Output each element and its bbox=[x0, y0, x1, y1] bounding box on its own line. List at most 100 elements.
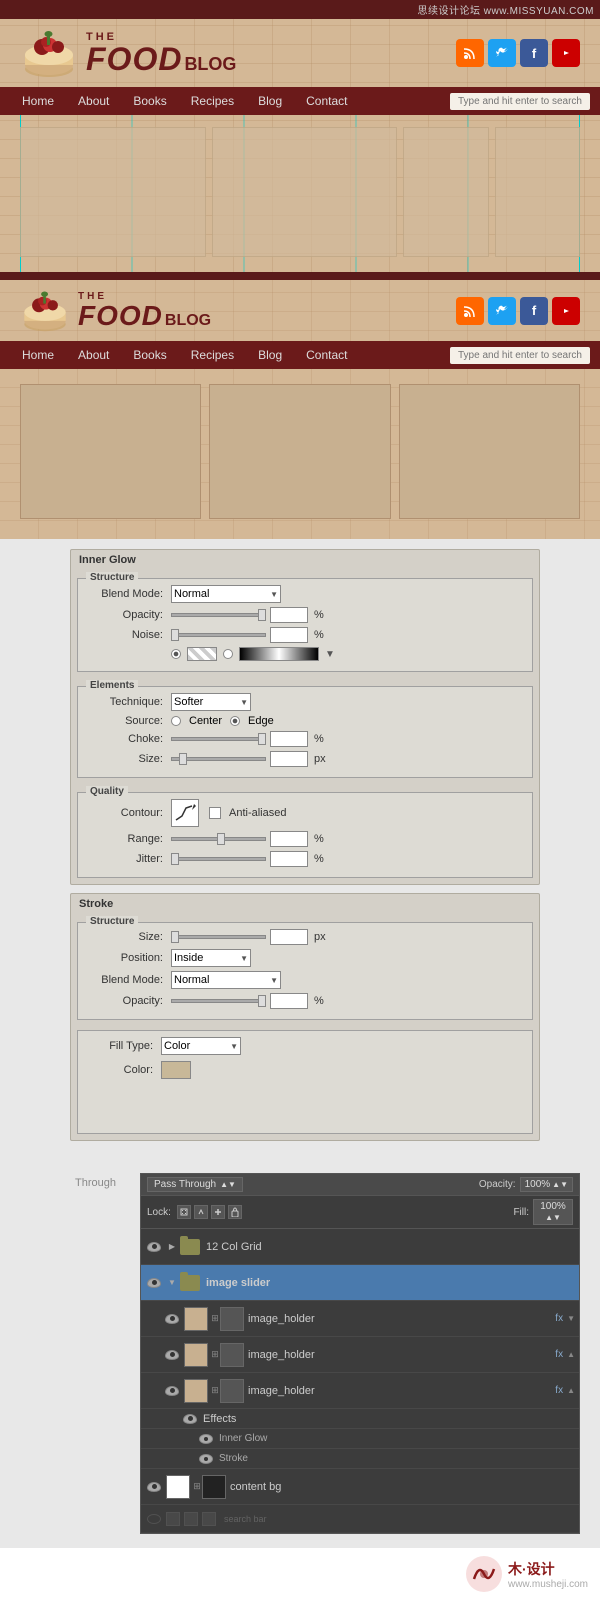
stroke-blend-arrow: ▼ bbox=[270, 976, 278, 985]
rss-icon-2[interactable] bbox=[456, 297, 484, 325]
opacity-slider[interactable] bbox=[171, 613, 266, 617]
stroke-opacity-thumb[interactable] bbox=[258, 995, 266, 1007]
tool-2[interactable] bbox=[184, 1512, 198, 1526]
edge-radio[interactable] bbox=[230, 716, 240, 726]
range-thumb[interactable] bbox=[217, 833, 225, 845]
nav-recipes-1[interactable]: Recipes bbox=[179, 87, 246, 115]
layer-row-holder1[interactable]: ⊞ image_holder fx ▼ bbox=[141, 1301, 579, 1337]
opacity-thumb[interactable] bbox=[258, 609, 266, 621]
stroke-position-select[interactable]: Inside ▼ bbox=[171, 949, 251, 967]
jitter-input[interactable]: 0 bbox=[270, 851, 308, 867]
technique-label: Technique: bbox=[86, 696, 171, 708]
lock-move-btn[interactable] bbox=[211, 1205, 225, 1219]
nav-home-2[interactable]: Home bbox=[10, 341, 66, 369]
search-input-1[interactable] bbox=[450, 93, 590, 110]
layer-vis-image-slider[interactable] bbox=[145, 1274, 163, 1292]
nav-blog-1[interactable]: Blog bbox=[246, 87, 294, 115]
contour-thumbnail[interactable] bbox=[171, 799, 199, 827]
twitter-icon-2[interactable] bbox=[488, 297, 516, 325]
nav-about-1[interactable]: About bbox=[66, 87, 121, 115]
color-radio[interactable] bbox=[171, 649, 181, 659]
gradient-arrow: ▼ bbox=[325, 649, 335, 660]
layer-row-holder2[interactable]: ⊞ image_holder fx ▲ bbox=[141, 1337, 579, 1373]
layer-row-content-bg[interactable]: ⊞ content bg bbox=[141, 1469, 579, 1505]
nav-recipes-2[interactable]: Recipes bbox=[179, 341, 246, 369]
youtube-icon-1[interactable] bbox=[552, 39, 580, 67]
tool-1[interactable] bbox=[166, 1512, 180, 1526]
effects-label: Effects bbox=[203, 1413, 236, 1425]
layer-row-image-slider[interactable]: ▼ image slider bbox=[141, 1265, 579, 1301]
choke-thumb[interactable] bbox=[258, 733, 266, 745]
facebook-icon-1[interactable]: f bbox=[520, 39, 548, 67]
nav-blog-2[interactable]: Blog bbox=[246, 341, 294, 369]
technique-select[interactable]: Softer ▼ bbox=[171, 693, 251, 711]
layer-expand-holder2[interactable]: ▲ bbox=[567, 1350, 575, 1359]
layer-expand-12col[interactable]: ▶ bbox=[166, 1241, 178, 1253]
stroke-size-input[interactable]: 1 bbox=[270, 929, 308, 945]
opacity-value-box[interactable]: 100% ▲▼ bbox=[520, 1177, 573, 1192]
search-input-2[interactable] bbox=[450, 347, 590, 364]
stroke-size-thumb[interactable] bbox=[171, 931, 179, 943]
youtube-icon-2[interactable] bbox=[552, 297, 580, 325]
fill-type-select[interactable]: Color ▼ bbox=[161, 1037, 241, 1055]
effects-eye[interactable] bbox=[181, 1410, 199, 1428]
range-input[interactable]: 50 bbox=[270, 831, 308, 847]
nav-about-2[interactable]: About bbox=[66, 341, 121, 369]
layer-vis-content-bg[interactable] bbox=[145, 1478, 163, 1496]
watermark-text-area: 木·设计 www.musheji.com bbox=[508, 1559, 588, 1590]
nav-contact-1[interactable]: Contact bbox=[294, 87, 359, 115]
anti-aliased-checkbox[interactable] bbox=[209, 807, 221, 819]
layer-expand-holder1[interactable]: ▼ bbox=[567, 1314, 575, 1323]
lock-position-btn[interactable] bbox=[194, 1205, 208, 1219]
layer-expand-image-slider[interactable]: ▼ bbox=[166, 1277, 178, 1289]
blend-mode-select[interactable]: Normal ▼ bbox=[171, 585, 281, 603]
choke-input[interactable]: 100 bbox=[270, 731, 308, 747]
lock-all-btn[interactable] bbox=[228, 1205, 242, 1219]
fill-type-group: Fill Type: Color ▼ Color: bbox=[77, 1030, 533, 1134]
layer-vis-holder1[interactable] bbox=[163, 1310, 181, 1328]
center-radio[interactable] bbox=[171, 716, 181, 726]
rss-icon-1[interactable] bbox=[456, 39, 484, 67]
nav-contact-2[interactable]: Contact bbox=[294, 341, 359, 369]
layer-row-12col[interactable]: ▶ 12 Col Grid bbox=[141, 1229, 579, 1265]
noise-input[interactable]: 0 bbox=[270, 627, 308, 643]
inner-glow-effect-row[interactable]: Inner Glow bbox=[141, 1429, 579, 1449]
stroke-opacity-slider[interactable] bbox=[171, 999, 266, 1003]
jitter-slider[interactable] bbox=[171, 857, 266, 861]
twitter-icon-1[interactable] bbox=[488, 39, 516, 67]
opacity-input[interactable]: 100 bbox=[270, 607, 308, 623]
fill-value[interactable]: 100% ▲▼ bbox=[533, 1199, 573, 1225]
layer-vis-holder3[interactable] bbox=[163, 1382, 181, 1400]
layer-vis-holder2[interactable] bbox=[163, 1346, 181, 1364]
stroke-blend-select[interactable]: Normal ▼ bbox=[171, 971, 281, 989]
gradient-radio[interactable] bbox=[223, 649, 233, 659]
stroke-size-slider[interactable] bbox=[171, 935, 266, 939]
layers-mode-select[interactable]: Pass Through ▲▼ bbox=[147, 1177, 243, 1192]
gradient-swatch[interactable] bbox=[239, 647, 319, 661]
layer-fx-holder2[interactable]: fx bbox=[555, 1349, 563, 1360]
layer-fx-holder1[interactable]: fx bbox=[555, 1313, 563, 1324]
size-input[interactable]: 10 bbox=[270, 751, 308, 767]
size-thumb[interactable] bbox=[179, 753, 187, 765]
color-swatch[interactable] bbox=[187, 647, 217, 661]
noise-thumb[interactable] bbox=[171, 629, 179, 641]
choke-slider[interactable] bbox=[171, 737, 266, 741]
lock-pixels-btn[interactable] bbox=[177, 1205, 191, 1219]
jitter-thumb[interactable] bbox=[171, 853, 179, 865]
range-slider[interactable] bbox=[171, 837, 266, 841]
nav-books-2[interactable]: Books bbox=[121, 341, 178, 369]
nav-books-1[interactable]: Books bbox=[121, 87, 178, 115]
stroke-opacity-input[interactable]: 100 bbox=[270, 993, 308, 1009]
layer-vis-12col[interactable] bbox=[145, 1238, 163, 1256]
nav-home-1[interactable]: Home bbox=[10, 87, 66, 115]
stroke-opacity-track bbox=[171, 999, 266, 1003]
layer-expand-holder3[interactable]: ▲ bbox=[567, 1386, 575, 1395]
stroke-color-swatch[interactable] bbox=[161, 1061, 191, 1079]
layer-fx-holder3[interactable]: fx bbox=[555, 1385, 563, 1396]
layer-row-holder3[interactable]: ⊞ image_holder fx ▲ bbox=[141, 1373, 579, 1409]
size-slider[interactable] bbox=[171, 757, 266, 761]
noise-slider[interactable] bbox=[171, 633, 266, 637]
stroke-effect-row[interactable]: Stroke bbox=[141, 1449, 579, 1469]
facebook-icon-2[interactable]: f bbox=[520, 297, 548, 325]
tool-3[interactable] bbox=[202, 1512, 216, 1526]
